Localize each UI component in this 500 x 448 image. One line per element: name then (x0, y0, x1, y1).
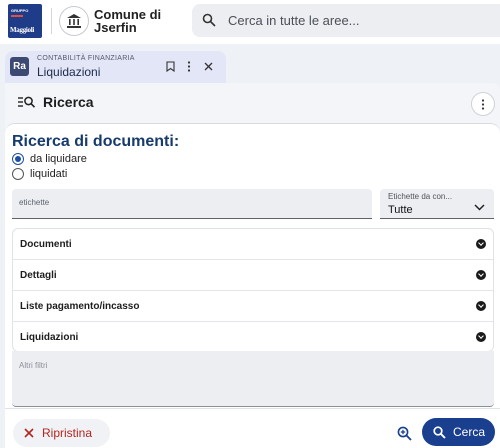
zoom-search-button[interactable] (390, 419, 418, 447)
header-divider (51, 8, 52, 34)
expand-icon (476, 270, 486, 280)
chevron-down-icon (474, 198, 485, 216)
logo-group-text: GRUPPO (11, 8, 29, 13)
radio-label: da liquidare (30, 153, 87, 165)
logo-accent-bar (11, 15, 23, 17)
radio-button[interactable] (12, 153, 24, 165)
accordion-liquidazioni[interactable]: Liquidazioni (13, 322, 493, 353)
select-value: Tutte (388, 204, 413, 216)
tab-title: Liquidazioni (37, 65, 101, 79)
logo-brand-text: Maggioli (10, 26, 35, 34)
etichette-placeholder: etichette (19, 198, 50, 207)
maggioli-logo[interactable]: GRUPPO Maggioli (8, 4, 42, 38)
municipality-name: Comune di Jserfin (94, 8, 184, 34)
search-button-label: Cerca (453, 425, 486, 439)
close-icon (24, 428, 34, 438)
close-icon[interactable] (201, 58, 215, 74)
search-form-card: Ricerca di documenti: da liquidare liqui… (5, 123, 500, 408)
municipality-icon (59, 6, 89, 36)
expand-icon (476, 239, 486, 249)
accordion-label: Documenti (20, 239, 72, 250)
panel-more-icon[interactable] (471, 92, 495, 116)
radio-label: liquidati (30, 168, 68, 180)
more-vert-icon[interactable] (182, 58, 196, 74)
altri-filtri-placeholder: Altri filtri (19, 361, 48, 370)
zoom-in-icon (397, 426, 412, 441)
filter-accordion-group: Documenti Dettagli Liste pagamento/incas… (12, 228, 494, 352)
altri-filtri-textarea[interactable]: Altri filtri (12, 351, 494, 407)
search-placeholder: Cerca in tutte le aree... (228, 13, 360, 28)
etichette-select[interactable]: Etichette da con... Tutte (380, 189, 494, 219)
radio-button[interactable] (12, 168, 24, 180)
tab-liquidazioni[interactable]: Ra CONTABILITÀ FINANZIARIA Liquidazioni (5, 51, 226, 83)
accordion-label: Liste pagamento/incasso (20, 301, 140, 312)
bookmark-icon[interactable] (163, 58, 177, 74)
radio-liquidati[interactable]: liquidati (12, 168, 67, 180)
reset-button[interactable]: Ripristina (13, 419, 110, 447)
search-button[interactable]: Cerca (422, 418, 495, 446)
search-panel: Ricerca Ricerca di documenti: da liquida… (5, 83, 500, 448)
top-header: GRUPPO Maggioli Comune di Jserfin Cerca … (0, 0, 500, 44)
filter-search-icon (18, 95, 36, 114)
expand-icon (476, 301, 486, 311)
tab-module-name: CONTABILITÀ FINANZIARIA (37, 55, 135, 62)
search-icon (433, 425, 446, 439)
accordion-dettagli[interactable]: Dettagli (13, 260, 493, 291)
radio-da-liquidare[interactable]: da liquidare (12, 153, 87, 165)
expand-icon (476, 332, 486, 342)
select-label: Etichette da con... (388, 192, 453, 201)
panel-title: Ricerca (43, 94, 94, 110)
reset-label: Ripristina (42, 426, 93, 440)
form-heading: Ricerca di documenti: (12, 133, 180, 150)
accordion-documenti[interactable]: Documenti (13, 229, 493, 260)
accordion-label: Liquidazioni (20, 332, 79, 343)
module-logo: Ra (10, 57, 29, 76)
accordion-liste-pagamento[interactable]: Liste pagamento/incasso (13, 291, 493, 322)
panel-footer: Ripristina Cerca (5, 408, 500, 448)
municipality-name-line2: Jserfin (94, 20, 137, 35)
panel-header: Ricerca (5, 83, 500, 123)
etichette-input[interactable]: etichette (12, 189, 372, 219)
global-search-input[interactable]: Cerca in tutte le aree... (192, 4, 500, 37)
search-icon (202, 13, 216, 32)
accordion-label: Dettagli (20, 270, 57, 281)
